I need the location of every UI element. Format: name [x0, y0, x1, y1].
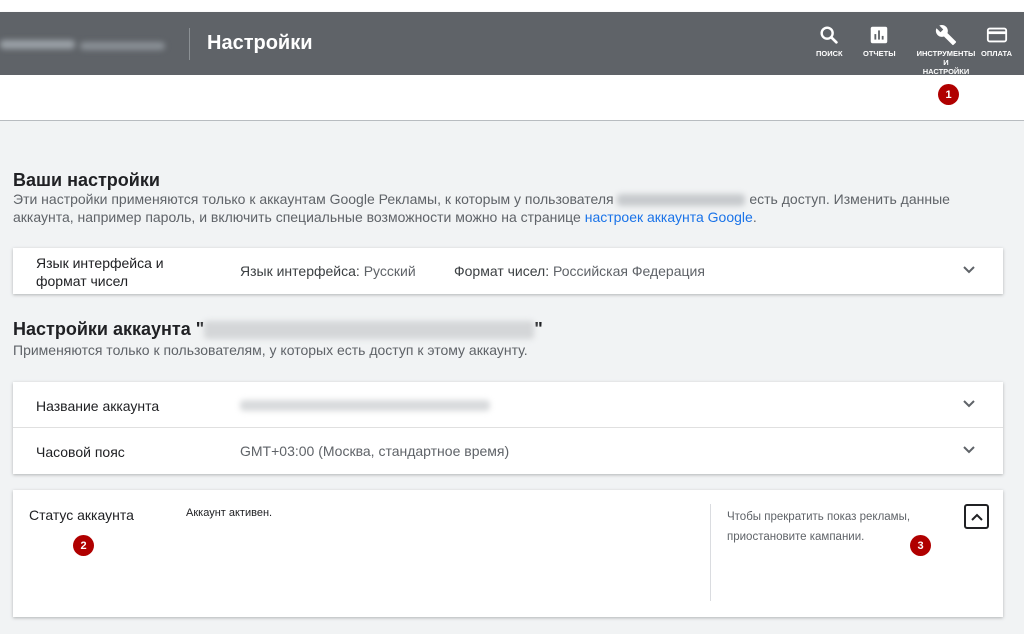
credit-card-icon [986, 27, 1007, 43]
top-margin [0, 0, 1024, 12]
language-format-row[interactable]: Язык интерфейса и формат чисел Язык инте… [13, 248, 1003, 294]
wrench-icon [935, 25, 957, 46]
status-divider [710, 504, 711, 601]
page-title: Настройки [207, 32, 313, 54]
google-account-settings-link[interactable]: настроек аккаунта Google [585, 209, 753, 225]
timezone-label: Часовой пояс [36, 444, 125, 460]
account-title-suffix: " [534, 319, 543, 339]
search-button[interactable]: ПОИСК [816, 24, 843, 58]
desc-text-1: Эти настройки применяются только к аккау… [13, 191, 614, 207]
chevron-up-icon [970, 513, 983, 521]
status-note-line2: приостановите кампании. [727, 531, 865, 543]
search-icon [820, 26, 839, 44]
billing-button[interactable]: ОПЛАТА [981, 24, 1012, 58]
annotation-marker-3: 3 [910, 535, 931, 556]
account-name-value-redacted [240, 400, 490, 411]
account-name-label: Название аккаунта [36, 398, 160, 414]
timezone-value: GMT+03:00 (Москва, стандартное время) [240, 443, 510, 459]
tools-and-settings-button[interactable]: ИНСТРУМЕНТЫ И НАСТРОЙКИ [914, 24, 978, 76]
billing-label: ОПЛАТА [981, 49, 1013, 58]
top-header: Настройки ПОИСК ОТЧЕТЫ ИНСТРУМЕНТЫ И НАС… [0, 12, 1024, 76]
interface-language-key: Язык интерфейса: [240, 263, 360, 279]
account-name-row[interactable]: Название аккаунта [13, 382, 1003, 428]
account-settings-description: Применяются только к пользователям, у ко… [13, 342, 528, 358]
tools-label: ИНСТРУМЕНТЫ И НАСТРОЙКИ [917, 49, 976, 76]
chevron-down-icon[interactable] [962, 445, 976, 455]
account-status-card: Статус аккаунта 2 Аккаунт активен. Чтобы… [13, 490, 1003, 617]
timezone-row[interactable]: Часовой пояс GMT+03:00 (Москва, стандарт… [13, 428, 1003, 474]
account-title-prefix: Настройки аккаунта " [13, 319, 205, 339]
language-format-label: Язык интерфейса и формат чисел [36, 254, 164, 290]
language-settings-card: Язык интерфейса и формат чисел Язык инте… [13, 248, 1003, 294]
number-format-text: Российская Федерация [553, 263, 705, 279]
label-line2: формат чисел [36, 273, 129, 289]
account-name-redacted [204, 321, 535, 340]
desc-end: . [752, 209, 757, 225]
number-format-value: Формат чисел: Российская Федерация [454, 263, 705, 279]
your-settings-title: Ваши настройки [13, 170, 160, 190]
annotation-marker-1: 1 [938, 84, 959, 105]
reports-label: ОТЧЕТЫ [863, 49, 896, 58]
label-line1: Язык интерфейса и [36, 255, 164, 271]
interface-language-text: Русский [363, 263, 416, 279]
collapse-button[interactable] [964, 504, 989, 529]
search-label: ПОИСК [816, 49, 843, 58]
number-format-key: Формат чисел: [454, 263, 550, 279]
subheader-strip: 1 [0, 75, 1024, 121]
user-email-redacted [617, 194, 746, 207]
tools-label-line1: ИНСТРУМЕНТЫ [916, 49, 976, 58]
account-settings-title: Настройки аккаунта " " [13, 319, 543, 340]
interface-language-value: Язык интерфейса: Русский [240, 263, 416, 279]
account-name-redacted [0, 38, 175, 52]
account-status-label: Статус аккаунта [29, 507, 134, 523]
chevron-down-icon[interactable] [962, 265, 976, 275]
tools-label-line2: И [943, 58, 949, 67]
your-settings-description: Эти настройки применяются только к аккау… [13, 190, 1013, 226]
bar-chart-icon [871, 26, 888, 44]
annotation-marker-2: 2 [73, 535, 94, 556]
account-status-value: Аккаунт активен. [186, 507, 273, 519]
status-note-line1: Чтобы прекратить показ рекламы, [727, 511, 911, 523]
reports-button[interactable]: ОТЧЕТЫ [863, 24, 896, 58]
header-divider [189, 28, 190, 60]
account-settings-card: Название аккаунта Часовой пояс GMT+03:00… [13, 382, 1003, 474]
chevron-down-icon[interactable] [962, 399, 976, 409]
